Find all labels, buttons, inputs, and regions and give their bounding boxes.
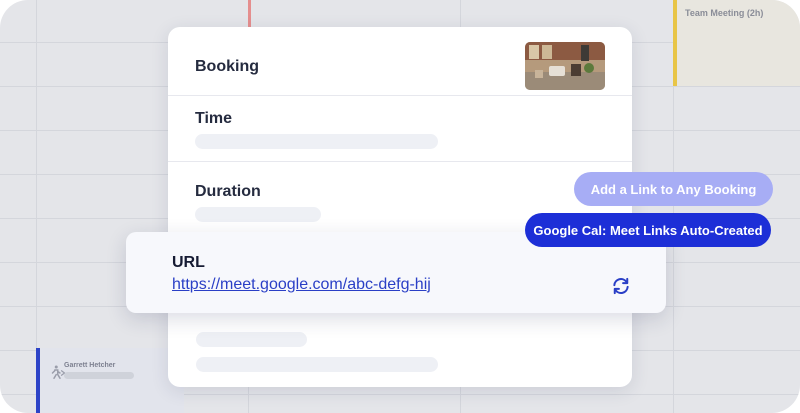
- booking-card: Booking Time Duration: [168, 27, 632, 387]
- url-label: URL: [172, 254, 205, 271]
- duration-label: Duration: [195, 183, 261, 200]
- event-title: Team Meeting (2h): [685, 8, 764, 18]
- google-cal-chip[interactable]: Google Cal: Meet Links Auto-Created: [525, 213, 771, 247]
- time-section: Time: [168, 96, 632, 162]
- calendar-event-attendee[interactable]: Garrett Hetcher: [36, 348, 184, 413]
- current-time-indicator: [248, 0, 251, 28]
- placeholder-bar: [64, 372, 134, 379]
- meet-link[interactable]: https://meet.google.com/abc-defg-hij: [172, 276, 431, 294]
- booking-header: Booking: [168, 27, 632, 96]
- booking-title: Booking: [195, 58, 259, 75]
- time-label: Time: [195, 110, 233, 127]
- time-placeholder: [195, 134, 438, 149]
- placeholder-bar: [196, 332, 307, 347]
- office-lobby-photo: [525, 42, 605, 90]
- calendar-background: Team Meeting (2h) Garrett Hetcher Bookin…: [0, 0, 800, 413]
- refresh-icon[interactable]: [611, 276, 631, 296]
- attendee-name: Garrett Hetcher: [64, 362, 116, 369]
- duration-placeholder: [195, 207, 321, 222]
- add-link-chip[interactable]: Add a Link to Any Booking: [574, 172, 773, 206]
- placeholder-bar: [196, 357, 438, 372]
- calendar-event-team-meeting[interactable]: Team Meeting (2h): [673, 0, 800, 86]
